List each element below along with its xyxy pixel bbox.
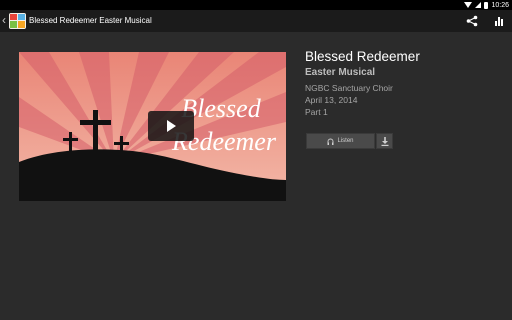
wifi-icon bbox=[464, 2, 473, 8]
video-thumbnail[interactable]: Blessed Redeemer bbox=[19, 52, 286, 201]
part-label: Part 1 bbox=[305, 107, 328, 117]
play-icon bbox=[167, 120, 176, 132]
back-arrow-icon[interactable]: ‹ bbox=[2, 13, 6, 27]
track-title: Blessed Redeemer bbox=[305, 49, 420, 64]
listen-label: Listen bbox=[337, 138, 354, 144]
release-date: April 13, 2014 bbox=[305, 95, 358, 105]
bar-chart-icon[interactable] bbox=[494, 16, 504, 26]
app-logo-icon[interactable] bbox=[9, 13, 26, 29]
status-icons: 10:26 bbox=[464, 0, 509, 10]
artist-name: NGBC Sanctuary Choir bbox=[305, 83, 393, 93]
play-button[interactable] bbox=[148, 111, 194, 141]
status-time: 10:26 bbox=[491, 1, 509, 9]
action-bar: ‹ Blessed Redeemer Easter Musical bbox=[0, 10, 512, 32]
share-icon[interactable] bbox=[466, 15, 478, 27]
track-subtitle: Easter Musical bbox=[305, 67, 376, 78]
listen-button[interactable]: Listen bbox=[306, 133, 375, 149]
download-button[interactable] bbox=[376, 133, 393, 149]
download-icon bbox=[381, 137, 389, 146]
headphones-icon bbox=[327, 138, 334, 145]
battery-icon bbox=[484, 1, 489, 9]
page-title: Blessed Redeemer Easter Musical bbox=[29, 16, 152, 25]
status-bar: 10:26 bbox=[0, 0, 512, 10]
signal-icon bbox=[475, 2, 482, 8]
